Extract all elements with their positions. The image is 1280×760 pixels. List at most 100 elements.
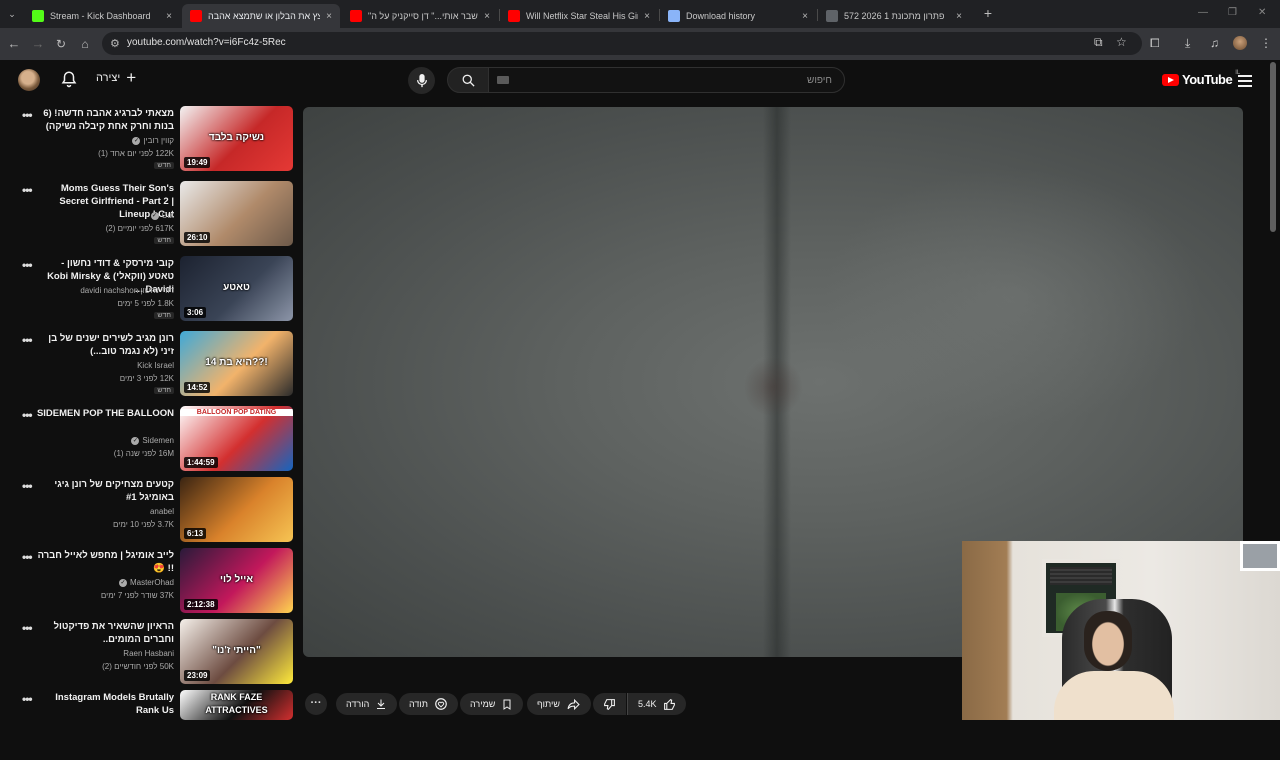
rec-views: 3.7K [157, 520, 174, 529]
browser-profile-avatar[interactable] [1233, 36, 1247, 50]
bookmark-star-icon[interactable]: ☆ [1116, 35, 1127, 49]
back-icon[interactable]: ← [6, 36, 22, 52]
video-thumbnail[interactable]: היא בת 14??! 14:52 [180, 331, 293, 396]
rec-title[interactable]: SIDEMEN POP THE BALLOON [34, 407, 174, 420]
video-thumbnail[interactable]: RANK FAZE ATTRACTIVES [180, 690, 293, 720]
address-bar[interactable]: ⚙ youtube.com/watch?v=i6Fc4z-5Rec ⧉ ☆ [102, 32, 1142, 55]
rec-more-actions-icon[interactable]: ••• [22, 621, 33, 635]
browser-menu-icon[interactable]: ⋮ [1260, 36, 1272, 50]
rec-channel[interactable]: Kick Israel [137, 361, 174, 370]
tab-close-icon[interactable]: × [644, 11, 650, 22]
home-icon[interactable]: ⌂ [77, 36, 93, 52]
thanks-button[interactable]: תודה [399, 693, 458, 715]
rec-title[interactable]: הראיון שהשאיר את פדיקטול וחברים המומים.. [34, 620, 174, 646]
rec-channel[interactable]: davidi nachshon דודי נחשון [80, 286, 174, 295]
browser-tab[interactable]: "זה שבר אותי..." דן סייקניק על ה × [342, 4, 498, 28]
rec-channel[interactable]: Raen Hasbani [123, 649, 174, 658]
youtube-logo[interactable]: YouTube IL [1162, 70, 1240, 87]
video-thumbnail[interactable]: אייל לוי 2:12:38 [180, 548, 293, 613]
rec-more-actions-icon[interactable]: ••• [22, 183, 33, 197]
media-controls-icon[interactable]: ♫ [1210, 36, 1219, 50]
minimize-icon[interactable]: — [1198, 7, 1208, 18]
dislike-button[interactable] [593, 693, 626, 715]
window-close-icon[interactable]: ✕ [1258, 7, 1266, 18]
video-thumbnail[interactable]: נשיקה בלבד 19:49 [180, 106, 293, 171]
recommendation-item[interactable]: טאטע 3:06 ••• קובי מירסקי & דודי נחשון - טא… [0, 256, 300, 326]
rec-channel[interactable]: ✓ קווין רובין [132, 136, 174, 145]
tab-close-icon[interactable]: × [956, 11, 962, 22]
verified-icon: ✓ [131, 436, 140, 445]
account-avatar[interactable] [18, 69, 40, 91]
rec-title[interactable]: לייב אומיגל | מחפש לאייל חברה !! 😍 [34, 549, 174, 575]
recommendation-item[interactable]: "הייתי ז'נו" 23:09 ••• הראיון שהשאיר את פדי… [0, 619, 300, 689]
voice-search-button[interactable] [408, 67, 435, 94]
rec-title[interactable]: רונן מגיב לשירים ישנים של בן זיני (לא נג… [34, 332, 174, 358]
recommendation-item[interactable]: BALLOON POP DATING 1:44:59 ••• SIDEMEN POP … [0, 406, 300, 476]
tab-search-icon[interactable]: ⌄ [4, 6, 20, 22]
tab-favicon-icon [826, 10, 838, 22]
recommendation-item[interactable]: 6:13 ••• קטעים מצחיקים של רונן גיגי באומיג… [0, 477, 300, 547]
browser-tab[interactable]: Download history × [660, 4, 816, 28]
browser-tab[interactable]: Stream - Kick Dashboard × [24, 4, 180, 28]
recommendation-item[interactable]: נשיקה בלבד 19:49 ••• מצאתי לברגיג אהבה חדשה… [0, 106, 300, 176]
thumbnail-caption: RANK FAZE [210, 692, 263, 702]
video-thumbnail[interactable]: 6:13 [180, 477, 293, 542]
downloads-icon[interactable]: ⤓ [1185, 36, 1190, 51]
rec-channel[interactable]: ✓ Cut [150, 211, 174, 220]
recommendation-item[interactable]: אייל לוי 2:12:38 ••• לייב אומיגל | מחפש לאי… [0, 548, 300, 618]
recommendation-item[interactable]: 26:10 ••• Moms Guess Their Son's Secret Gi… [0, 181, 300, 251]
browser-tab[interactable]: פוצץ את הבלון או שתמצא אהבה × [182, 4, 340, 28]
video-thumbnail[interactable]: טאטע 3:06 [180, 256, 293, 321]
notifications-bell-icon[interactable] [60, 70, 78, 93]
recommendation-item[interactable]: RANK FAZE ATTRACTIVES ••• Instagram Models … [0, 690, 300, 760]
thumbnail-caption: ATTRACTIVES [205, 705, 268, 715]
rec-more-actions-icon[interactable]: ••• [22, 258, 33, 272]
restore-icon[interactable]: ❐ [1228, 7, 1237, 18]
reload-icon[interactable]: ↻ [53, 36, 69, 52]
download-button[interactable]: הורדה [336, 693, 398, 715]
recommendation-item[interactable]: היא בת 14??! 14:52 ••• רונן מגיב לשירים ישנ… [0, 331, 300, 401]
rec-title[interactable]: מצאתי לברגיג אהבה חדשה! (6 בנות וחרק אחת… [34, 107, 174, 133]
rec-more-actions-icon[interactable]: ••• [22, 108, 33, 122]
search-button[interactable] [447, 67, 489, 93]
rec-more-actions-icon[interactable]: ••• [22, 408, 33, 422]
rec-more-actions-icon[interactable]: ••• [22, 333, 33, 347]
search-input[interactable] [488, 67, 845, 93]
like-count: 5.4K [638, 699, 657, 709]
tab-title: פתרון מתכונת 1 2026 572 [844, 11, 945, 21]
rec-more-actions-icon[interactable]: ••• [22, 550, 33, 564]
install-app-icon[interactable]: ⧉ [1094, 35, 1103, 50]
rec-channel[interactable]: ✓ Sidemen [131, 436, 174, 445]
rec-views: 12K [159, 374, 174, 383]
tab-close-icon[interactable]: × [326, 11, 332, 22]
like-button[interactable]: 5.4K [627, 693, 686, 715]
tab-close-icon[interactable]: × [166, 11, 172, 22]
guide-menu-icon[interactable] [1238, 74, 1252, 92]
tab-close-icon[interactable]: × [484, 11, 490, 22]
keyboard-icon[interactable] [497, 76, 509, 84]
more-actions-button[interactable]: ··· [305, 693, 327, 715]
site-info-icon[interactable]: ⚙ [110, 37, 120, 50]
thanks-heart-icon [435, 698, 447, 710]
forward-icon[interactable]: → [30, 36, 46, 52]
share-button[interactable]: שיתוף [527, 693, 591, 715]
channel-name: קווין רובין [143, 136, 174, 145]
video-thumbnail[interactable]: 26:10 [180, 181, 293, 246]
rec-title[interactable]: קטעים מצחיקים של רונן גיגי באומיגל #1 [34, 478, 174, 504]
rec-title[interactable]: Instagram Models Brutally Rank Us [34, 691, 174, 717]
rec-channel[interactable]: ✓ MasterOhad [118, 578, 174, 587]
tab-separator [659, 9, 660, 21]
rec-more-actions-icon[interactable]: ••• [22, 692, 33, 706]
browser-tab[interactable]: Will Netflix Star Steal His Girlfri × [500, 4, 658, 28]
browser-tab[interactable]: פתרון מתכונת 1 2026 572 × [818, 4, 970, 28]
page-scrollbar[interactable] [1270, 62, 1276, 232]
video-thumbnail[interactable]: BALLOON POP DATING 1:44:59 [180, 406, 293, 471]
extensions-icon[interactable]: ⧠ [1150, 36, 1160, 51]
video-thumbnail[interactable]: "הייתי ז'נו" 23:09 [180, 619, 293, 684]
rec-channel[interactable]: anabel [150, 507, 174, 516]
tab-close-icon[interactable]: × [802, 11, 808, 22]
create-button[interactable]: יצירה + [96, 69, 136, 86]
rec-more-actions-icon[interactable]: ••• [22, 479, 33, 493]
new-tab-button[interactable]: + [980, 5, 996, 21]
save-button[interactable]: שמירה [460, 693, 524, 715]
